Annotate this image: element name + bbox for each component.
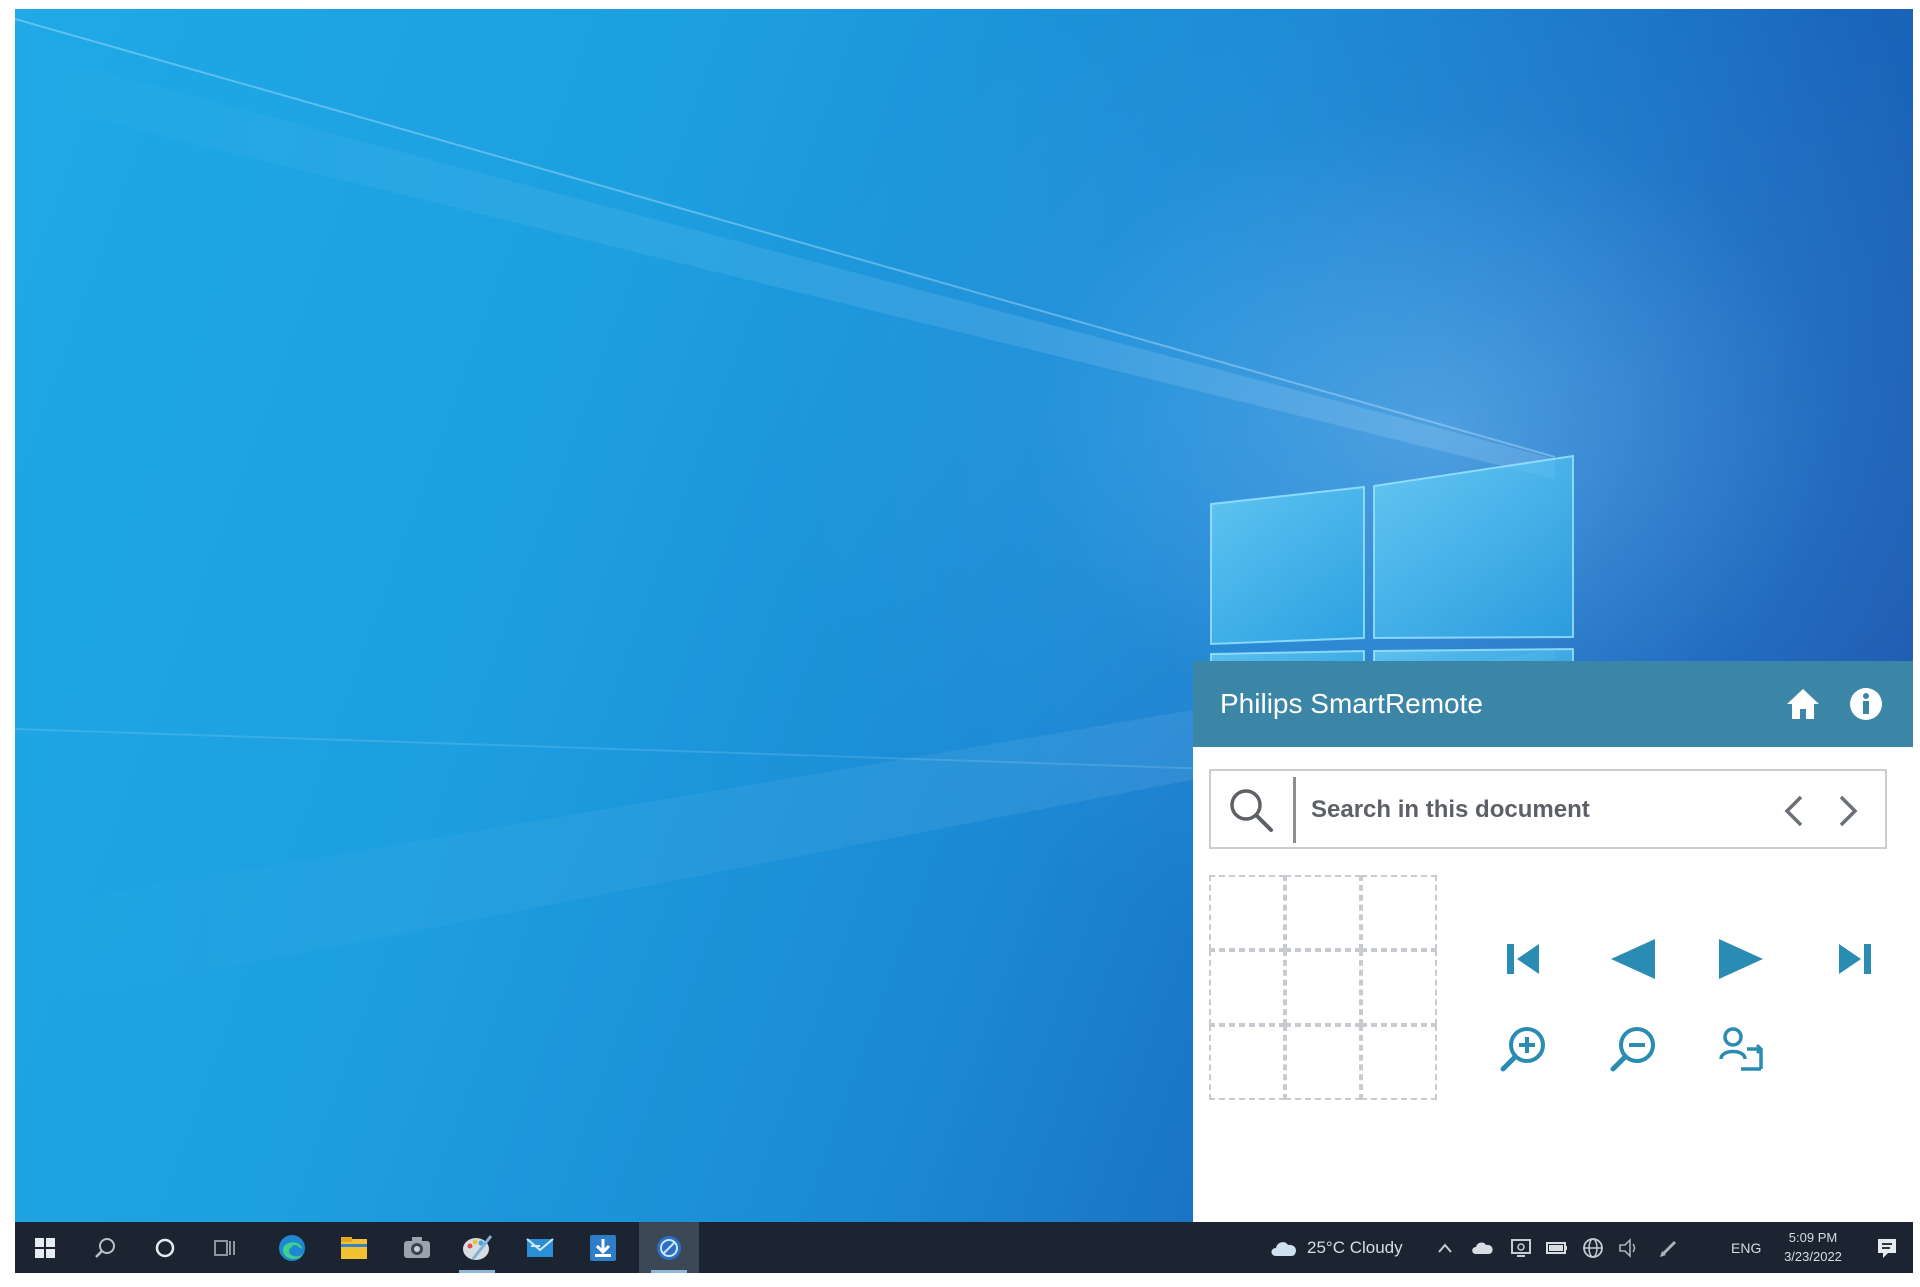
onedrive-icon [1472, 1242, 1493, 1254]
previous-result-button[interactable] [1779, 793, 1811, 829]
globe-icon [1583, 1237, 1603, 1258]
cloud-icon [1271, 1241, 1297, 1256]
search-icon[interactable] [1228, 787, 1274, 833]
touchpad-cell[interactable] [1285, 950, 1361, 1025]
touchpad-grid[interactable] [1209, 875, 1439, 1101]
cortana-button[interactable] [135, 1222, 195, 1273]
home-button[interactable] [1785, 687, 1821, 721]
search-divider [1293, 777, 1296, 843]
show-hidden-icons-button[interactable] [1427, 1222, 1463, 1273]
touchpad-cell[interactable] [1209, 875, 1285, 950]
paint-icon [463, 1234, 493, 1260]
pen-tray-button[interactable] [1651, 1222, 1687, 1273]
onedrive-tray-button[interactable] [1465, 1222, 1501, 1273]
next-page-button[interactable] [1709, 927, 1773, 991]
chevron-left-icon [1784, 795, 1803, 827]
download-app-button[interactable] [573, 1222, 633, 1273]
next-result-button[interactable] [1831, 793, 1863, 829]
start-button[interactable] [15, 1222, 75, 1273]
zoom-out-button[interactable] [1601, 1017, 1665, 1081]
first-page-icon [1507, 944, 1539, 974]
presenter-switch-button[interactable] [1709, 1017, 1773, 1081]
clock[interactable]: 5:09 PM 3/23/2022 [1767, 1228, 1859, 1266]
zoom-out-icon [1610, 1027, 1655, 1072]
notification-icon [1878, 1238, 1896, 1258]
smartremote-app-icon [657, 1235, 681, 1260]
touchpad-cell[interactable] [1285, 875, 1361, 950]
presenter-switch-icon [1719, 1027, 1764, 1071]
search-box[interactable] [1209, 769, 1887, 849]
search-input[interactable] [1311, 785, 1741, 835]
home-icon [1787, 689, 1819, 719]
display-icon [1511, 1238, 1531, 1257]
first-page-button[interactable] [1491, 927, 1555, 991]
smartremote-panel: Philips SmartRemote [1193, 661, 1913, 1222]
next-page-icon [1719, 939, 1763, 979]
panel-header: Philips SmartRemote [1193, 661, 1913, 747]
search-taskbar-button[interactable] [75, 1222, 135, 1273]
mail-button[interactable] [510, 1222, 570, 1273]
touchpad-cell[interactable] [1361, 950, 1437, 1025]
edge-icon [279, 1234, 305, 1261]
weather-widget[interactable]: 25°C Cloudy [1263, 1222, 1413, 1273]
pen-icon [1660, 1240, 1677, 1257]
battery-tray-button[interactable] [1539, 1222, 1575, 1273]
chevron-up-icon [1438, 1242, 1452, 1253]
volume-tray-button[interactable] [1611, 1222, 1647, 1273]
camera-button[interactable] [387, 1222, 447, 1273]
battery-icon [1546, 1241, 1567, 1254]
screen: Philips SmartRemote Search in this docum… [15, 9, 1913, 1273]
display-tray-button[interactable] [1503, 1222, 1539, 1273]
file-explorer-icon [341, 1236, 367, 1259]
touchpad-cell[interactable] [1361, 875, 1437, 950]
touchpad-cell[interactable] [1209, 1025, 1285, 1100]
cortana-icon [155, 1238, 175, 1257]
paint-button[interactable] [447, 1222, 507, 1273]
previous-page-icon [1611, 939, 1655, 979]
zoom-in-icon [1500, 1027, 1545, 1072]
touchpad-cell[interactable] [1361, 1025, 1437, 1100]
touchpad-cell[interactable] [1209, 950, 1285, 1025]
network-tray-button[interactable] [1575, 1222, 1611, 1273]
language-indicator[interactable]: ENG [1731, 1222, 1761, 1273]
last-page-button[interactable] [1823, 927, 1887, 991]
start-icon [35, 1237, 55, 1258]
taskbar: 25°C Cloudy ENG 5:09 PM 3/23/2022 [15, 1222, 1913, 1273]
speaker-icon [1619, 1237, 1636, 1258]
info-icon [1850, 688, 1882, 720]
smartremote-app-button[interactable] [639, 1222, 699, 1273]
chevron-right-icon [1839, 795, 1858, 827]
task-view-icon [214, 1239, 235, 1256]
touchpad-cell[interactable] [1285, 1025, 1361, 1100]
weather-text: 25°C Cloudy [1307, 1237, 1403, 1257]
clock-date: 3/23/2022 [1784, 1249, 1842, 1264]
previous-page-button[interactable] [1601, 927, 1665, 991]
notifications-button[interactable] [1865, 1222, 1909, 1273]
camera-icon [404, 1236, 430, 1258]
download-app-icon [590, 1234, 616, 1261]
last-page-icon [1839, 944, 1871, 974]
mail-icon [526, 1237, 554, 1257]
task-view-button[interactable] [195, 1222, 255, 1273]
clock-time: 5:09 PM [1788, 1230, 1838, 1245]
info-button[interactable] [1849, 687, 1883, 721]
panel-title: Philips SmartRemote [1220, 688, 1483, 719]
file-explorer-button[interactable] [324, 1222, 384, 1273]
search-icon [95, 1237, 115, 1258]
edge-button[interactable] [262, 1222, 322, 1273]
zoom-in-button[interactable] [1491, 1017, 1555, 1081]
